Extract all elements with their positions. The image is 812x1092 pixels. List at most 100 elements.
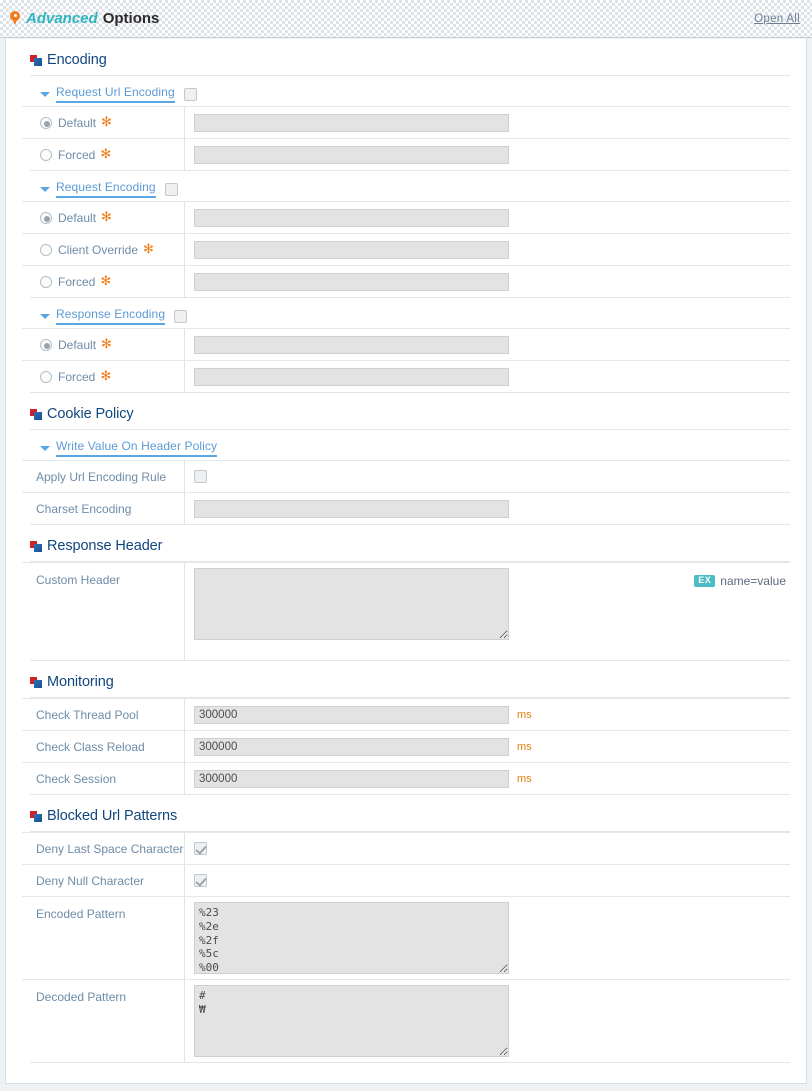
pin-icon: [10, 11, 20, 26]
required-asterisk-icon: ✻: [143, 242, 154, 257]
radio-indicator[interactable]: [40, 148, 52, 161]
panel-wrapper: Encoding Request Url Encoding Default ✻ …: [0, 38, 812, 1091]
section-squares-icon: [30, 540, 43, 552]
form-row: Forced ✻: [22, 360, 790, 392]
form-field: [185, 202, 790, 233]
radio-label: Forced: [58, 369, 96, 384]
subsection-label[interactable]: Response Encoding: [56, 307, 166, 325]
options-panel-inner: Encoding Request Url Encoding Default ✻ …: [6, 39, 806, 1083]
check-class-reload-input[interactable]: [194, 737, 509, 756]
field-label: Decoded Pattern: [22, 980, 185, 1062]
required-asterisk-icon: ✻: [100, 369, 112, 384]
unit-label: ms: [517, 740, 532, 753]
check-thread-pool-input[interactable]: [194, 705, 509, 724]
encoded-pattern-textarea[interactable]: %23 %2e %2f %5c %00: [194, 902, 509, 974]
radio-option-forced[interactable]: Forced ✻: [22, 139, 185, 170]
advanced-options-panel: Advanced Options Open All Encoding Reque…: [0, 0, 812, 1092]
form-row: Decoded Pattern # ₩: [22, 979, 790, 1062]
radio-label: Client Override: [58, 242, 139, 257]
request-url-encoding-forced-input[interactable]: [194, 145, 509, 164]
radio-option-forced[interactable]: Forced ✻: [22, 266, 185, 297]
custom-header-hint: EX name=value: [694, 574, 790, 588]
page-title: Advanced Options: [10, 10, 159, 27]
radio-option-default[interactable]: Default ✻: [22, 202, 185, 233]
subsection-response-encoding[interactable]: Response Encoding: [22, 298, 790, 328]
radio-indicator[interactable]: [40, 370, 52, 383]
apply-url-encoding-rule-checkbox[interactable]: [194, 470, 207, 483]
field-label: Deny Null Character: [22, 865, 185, 896]
form-field: [185, 361, 790, 392]
required-asterisk-icon: ✻: [101, 210, 112, 225]
form-row: Forced ✻: [22, 265, 790, 297]
subsection-request-url-encoding[interactable]: Request Url Encoding: [22, 76, 790, 106]
radio-option-default[interactable]: Default ✻: [22, 107, 185, 138]
form-row: Deny Null Character: [22, 864, 790, 896]
request-encoding-forced-input[interactable]: [194, 272, 509, 291]
section-header-blocked-url-patterns: Blocked Url Patterns: [22, 795, 790, 831]
subsection-label[interactable]: Write Value On Header Policy: [56, 439, 218, 457]
deny-last-space-character-checkbox[interactable]: [194, 842, 207, 855]
required-asterisk-icon: ✻: [100, 274, 112, 289]
section-title: Cookie Policy: [47, 406, 134, 422]
form-field: %23 %2e %2f %5c %00: [185, 897, 790, 979]
unit-label: ms: [517, 772, 532, 785]
form-row: Default ✻: [22, 328, 790, 360]
subsection-enable-checkbox[interactable]: [183, 87, 197, 101]
charset-encoding-input[interactable]: [194, 499, 509, 518]
open-all-link[interactable]: Open All: [754, 13, 800, 25]
form-row: Encoded Pattern %23 %2e %2f %5c %00: [22, 896, 790, 979]
subsection-request-encoding[interactable]: Request Encoding: [22, 171, 790, 201]
field-label: Check Class Reload: [22, 731, 185, 762]
title-accent: Advanced: [26, 10, 98, 27]
section-title: Response Header: [47, 538, 163, 554]
subsection-enable-checkbox[interactable]: [164, 182, 178, 196]
radio-indicator[interactable]: [40, 338, 52, 351]
form-field: [185, 329, 790, 360]
custom-header-textarea[interactable]: [194, 568, 509, 640]
radio-indicator[interactable]: [40, 116, 52, 129]
radio-indicator[interactable]: [40, 275, 52, 288]
form-field: [185, 865, 790, 896]
form-row: Deny Last Space Character: [22, 832, 790, 864]
section-squares-icon: [30, 676, 43, 688]
check-session-input[interactable]: [194, 769, 509, 788]
chevron-down-icon[interactable]: [40, 91, 50, 97]
response-encoding-forced-input[interactable]: [194, 367, 509, 386]
form-row: Default ✻: [22, 201, 790, 233]
request-url-encoding-default-input[interactable]: [194, 113, 509, 132]
example-badge: EX: [694, 575, 716, 587]
radio-option-default[interactable]: Default ✻: [22, 329, 185, 360]
decoded-pattern-textarea[interactable]: # ₩: [194, 985, 509, 1057]
form-row: Check Thread Pool ms: [22, 698, 790, 730]
chevron-down-icon[interactable]: [40, 445, 50, 451]
radio-option-client-override[interactable]: Client Override ✻: [22, 234, 185, 265]
subsection-label[interactable]: Request Url Encoding: [56, 85, 175, 103]
unit-label: ms: [517, 708, 532, 721]
response-encoding-default-input[interactable]: [194, 335, 509, 354]
field-label: Custom Header: [22, 563, 185, 660]
subsection-enable-checkbox[interactable]: [174, 309, 188, 323]
chevron-down-icon[interactable]: [40, 186, 50, 192]
radio-indicator[interactable]: [40, 211, 52, 224]
subsection-write-value-on-header-policy[interactable]: Write Value On Header Policy: [22, 430, 790, 460]
deny-null-character-checkbox[interactable]: [194, 874, 207, 887]
section-header-response-header: Response Header: [22, 525, 790, 561]
radio-label: Default: [58, 337, 97, 352]
form-field: [185, 266, 790, 297]
subsection-label[interactable]: Request Encoding: [56, 180, 156, 198]
radio-label: Forced: [58, 274, 96, 289]
form-field: EX name=value: [185, 563, 790, 660]
radio-option-forced[interactable]: Forced ✻: [22, 361, 185, 392]
radio-indicator[interactable]: [40, 243, 52, 256]
section-header-encoding: Encoding: [22, 39, 790, 75]
radio-label: Forced: [58, 147, 96, 162]
form-row: Check Session ms: [22, 762, 790, 794]
form-row: Check Class Reload ms: [22, 730, 790, 762]
form-field: [185, 139, 790, 170]
form-field: ms: [185, 699, 790, 730]
request-encoding-client-override-input[interactable]: [194, 240, 509, 259]
form-row: Default ✻: [22, 106, 790, 138]
chevron-down-icon[interactable]: [40, 313, 50, 319]
request-encoding-default-input[interactable]: [194, 208, 509, 227]
field-label: Deny Last Space Character: [22, 833, 185, 864]
